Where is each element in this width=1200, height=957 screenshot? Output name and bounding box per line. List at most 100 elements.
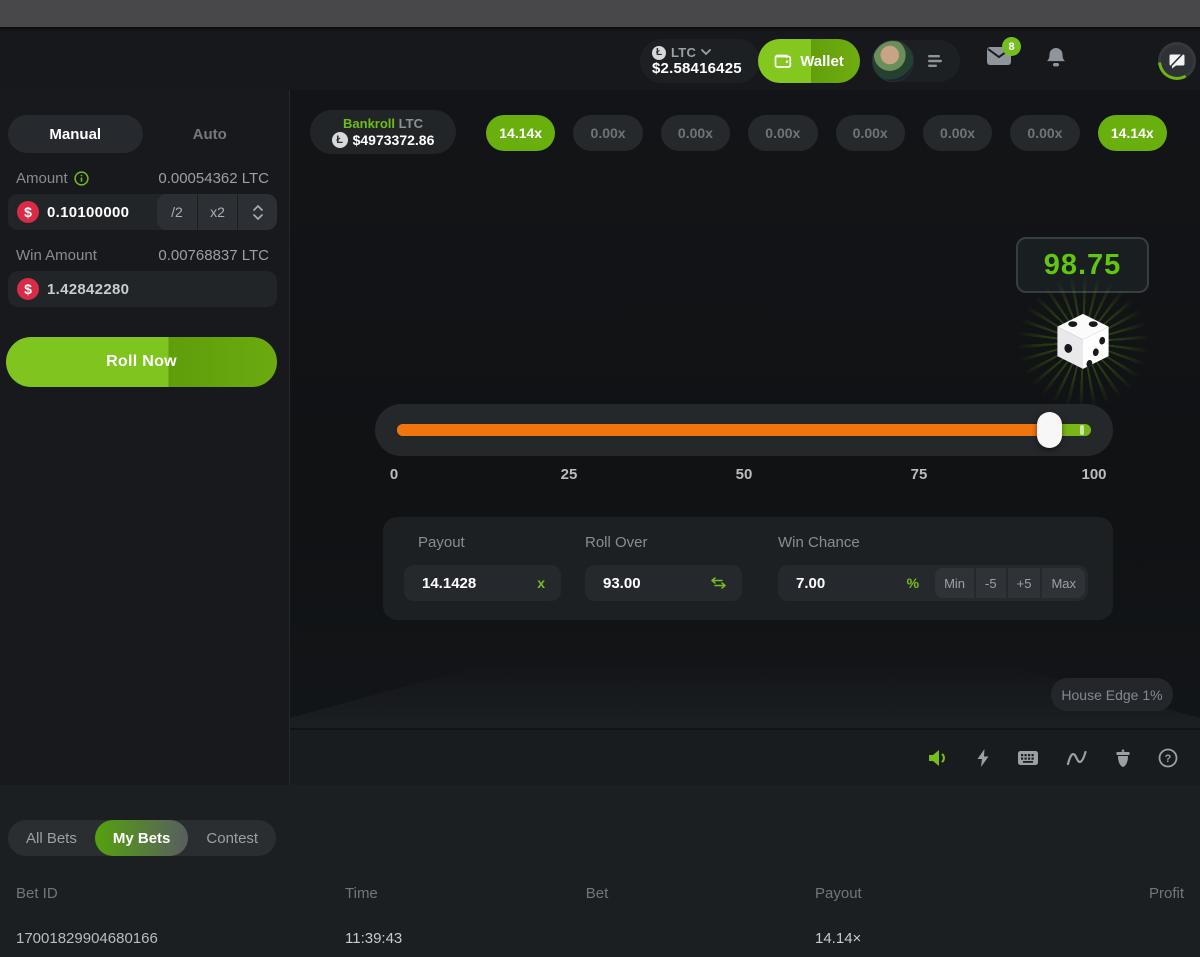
window-title-strip — [0, 0, 1200, 29]
roll-over-input[interactable]: 93.00 — [585, 565, 742, 601]
win-chance-suffix: % — [907, 575, 935, 591]
win-chance-label: Win Chance — [778, 534, 860, 551]
ltc-coin-icon: Ł — [652, 46, 666, 60]
slider-thumb[interactable] — [1037, 412, 1062, 448]
notifications-button[interactable] — [1045, 46, 1067, 70]
header-payout: Payout — [815, 885, 862, 902]
wallet-balance: $2.58416425 — [652, 60, 746, 77]
turbo-button[interactable] — [976, 748, 990, 768]
speaker-icon — [927, 749, 949, 767]
seed-button[interactable] — [1115, 748, 1131, 768]
tick-label: 25 — [561, 466, 578, 483]
bankroll-currency: LTC — [399, 116, 423, 131]
header-bet-id: Bet ID — [16, 885, 58, 902]
multiplier-pill[interactable]: 0.00x — [573, 115, 642, 151]
chat-toggle-button[interactable] — [1158, 42, 1196, 80]
win-amount-row: $ 1.42842280 — [8, 271, 277, 307]
bankroll-pill: Bankroll LTC Ł $4973372.86 — [310, 110, 456, 154]
sound-button[interactable] — [927, 749, 949, 767]
bet-id-cell: 17001829904680166 — [16, 930, 158, 947]
bankroll-value: $4973372.86 — [353, 132, 435, 148]
bets-tabs: All Bets My Bets Contest — [8, 820, 276, 856]
amount-input-row: $ /2 x2 — [8, 194, 277, 230]
tick-label: 100 — [1081, 466, 1106, 483]
payout-input[interactable]: 14.1428 x — [404, 565, 561, 601]
payout-suffix: x — [537, 575, 561, 591]
header-bet: Bet — [586, 885, 609, 902]
tick-label: 50 — [736, 466, 753, 483]
win-chance-input[interactable]: 7.00 % Min -5 +5 Max — [778, 565, 1088, 601]
wallet-icon — [774, 53, 792, 69]
slider-track[interactable] — [397, 424, 1091, 436]
multiplier-pill[interactable]: 14.14x — [486, 115, 555, 151]
account-menu[interactable] — [872, 40, 960, 82]
menu-icon — [926, 54, 944, 68]
help-icon: ? — [1158, 748, 1178, 768]
bell-icon — [1045, 46, 1067, 70]
tab-my-bets[interactable]: My Bets — [95, 820, 189, 856]
swap-icon[interactable] — [711, 577, 742, 589]
wallet-button[interactable]: Wallet — [758, 39, 860, 83]
min-button[interactable]: Min — [935, 568, 974, 598]
tick-label: 0 — [390, 466, 398, 483]
hotkeys-button[interactable] — [1017, 750, 1039, 766]
roll-slider — [375, 404, 1113, 456]
minus5-button[interactable]: -5 — [976, 568, 1006, 598]
win-amount-rate: 0.00768837 LTC — [158, 247, 269, 264]
amount-input[interactable] — [47, 204, 157, 221]
roll-over-label: Roll Over — [585, 534, 648, 551]
lightning-icon — [976, 748, 990, 768]
tab-contest[interactable]: Contest — [188, 820, 276, 856]
mode-tabs: Manual Auto — [8, 115, 277, 153]
game-toolbar: ? — [290, 729, 1200, 785]
top-header: Ł LTC $2.58416425 Wallet 8 — [0, 31, 1200, 90]
win-amount-value: 1.42842280 — [47, 281, 277, 298]
svg-text:?: ? — [1165, 753, 1172, 765]
dice-game-area: Bankroll LTC Ł $4973372.86 14.14x 0.00x … — [290, 90, 1200, 785]
max-button[interactable]: Max — [1042, 568, 1085, 598]
currency-code: LTC — [671, 45, 696, 60]
roll-now-button[interactable]: Roll Now — [6, 337, 277, 387]
bets-section: All Bets My Bets Contest Bet ID Time Bet… — [0, 785, 1200, 957]
bet-panel: Manual Auto Amount 0.00054362 LTC $ /2 x… — [0, 90, 290, 785]
stepper-up-icon — [253, 205, 263, 211]
messages-button[interactable]: 8 — [986, 46, 1012, 66]
payout-value: 14.1428 — [404, 575, 537, 592]
header-profit: Profit — [1149, 885, 1184, 902]
chat-disabled-icon — [1168, 52, 1186, 70]
tab-all-bets[interactable]: All Bets — [8, 820, 95, 856]
tick-label: 75 — [911, 466, 928, 483]
amount-stepper[interactable] — [237, 194, 277, 230]
amount-modifiers: /2 x2 — [157, 194, 277, 230]
half-amount-button[interactable]: /2 — [157, 194, 197, 230]
multiplier-pill[interactable]: 0.00x — [836, 115, 905, 151]
tab-auto[interactable]: Auto — [143, 115, 278, 153]
bankroll-label: Bankroll — [343, 116, 395, 131]
ltc-coin-icon: Ł — [332, 132, 348, 148]
trend-wave-icon — [1066, 749, 1088, 767]
win-chance-value: 7.00 — [778, 575, 907, 592]
tab-manual[interactable]: Manual — [8, 115, 143, 153]
currency-selector[interactable]: Ł LTC $2.58416425 — [640, 39, 760, 83]
chevron-down-icon — [701, 49, 711, 56]
keyboard-icon — [1017, 750, 1039, 766]
multiplier-pill[interactable]: 0.00x — [923, 115, 992, 151]
slider-ticks: 0 25 50 75 100 — [375, 466, 1113, 486]
recent-multipliers: 14.14x 0.00x 0.00x 0.00x 0.00x 0.00x 0.0… — [486, 115, 1167, 151]
help-button[interactable]: ? — [1158, 748, 1178, 768]
dice-icon — [1051, 310, 1115, 374]
stepper-down-icon — [253, 214, 263, 220]
win-chance-quick-buttons: Min -5 +5 Max — [935, 568, 1085, 598]
multiplier-pill[interactable]: 0.00x — [1010, 115, 1079, 151]
roll-over-value: 93.00 — [585, 575, 711, 592]
amount-label: Amount — [16, 170, 89, 187]
double-amount-button[interactable]: x2 — [197, 194, 237, 230]
multiplier-pill[interactable]: 14.14x — [1098, 115, 1167, 151]
multiplier-pill[interactable]: 0.00x — [748, 115, 817, 151]
plus5-button[interactable]: +5 — [1008, 568, 1041, 598]
payout-cell: 14.14× — [815, 930, 861, 947]
stats-button[interactable] — [1066, 749, 1088, 767]
seed-icon — [1115, 748, 1131, 768]
multiplier-pill[interactable]: 0.00x — [661, 115, 730, 151]
info-icon[interactable] — [74, 171, 89, 186]
